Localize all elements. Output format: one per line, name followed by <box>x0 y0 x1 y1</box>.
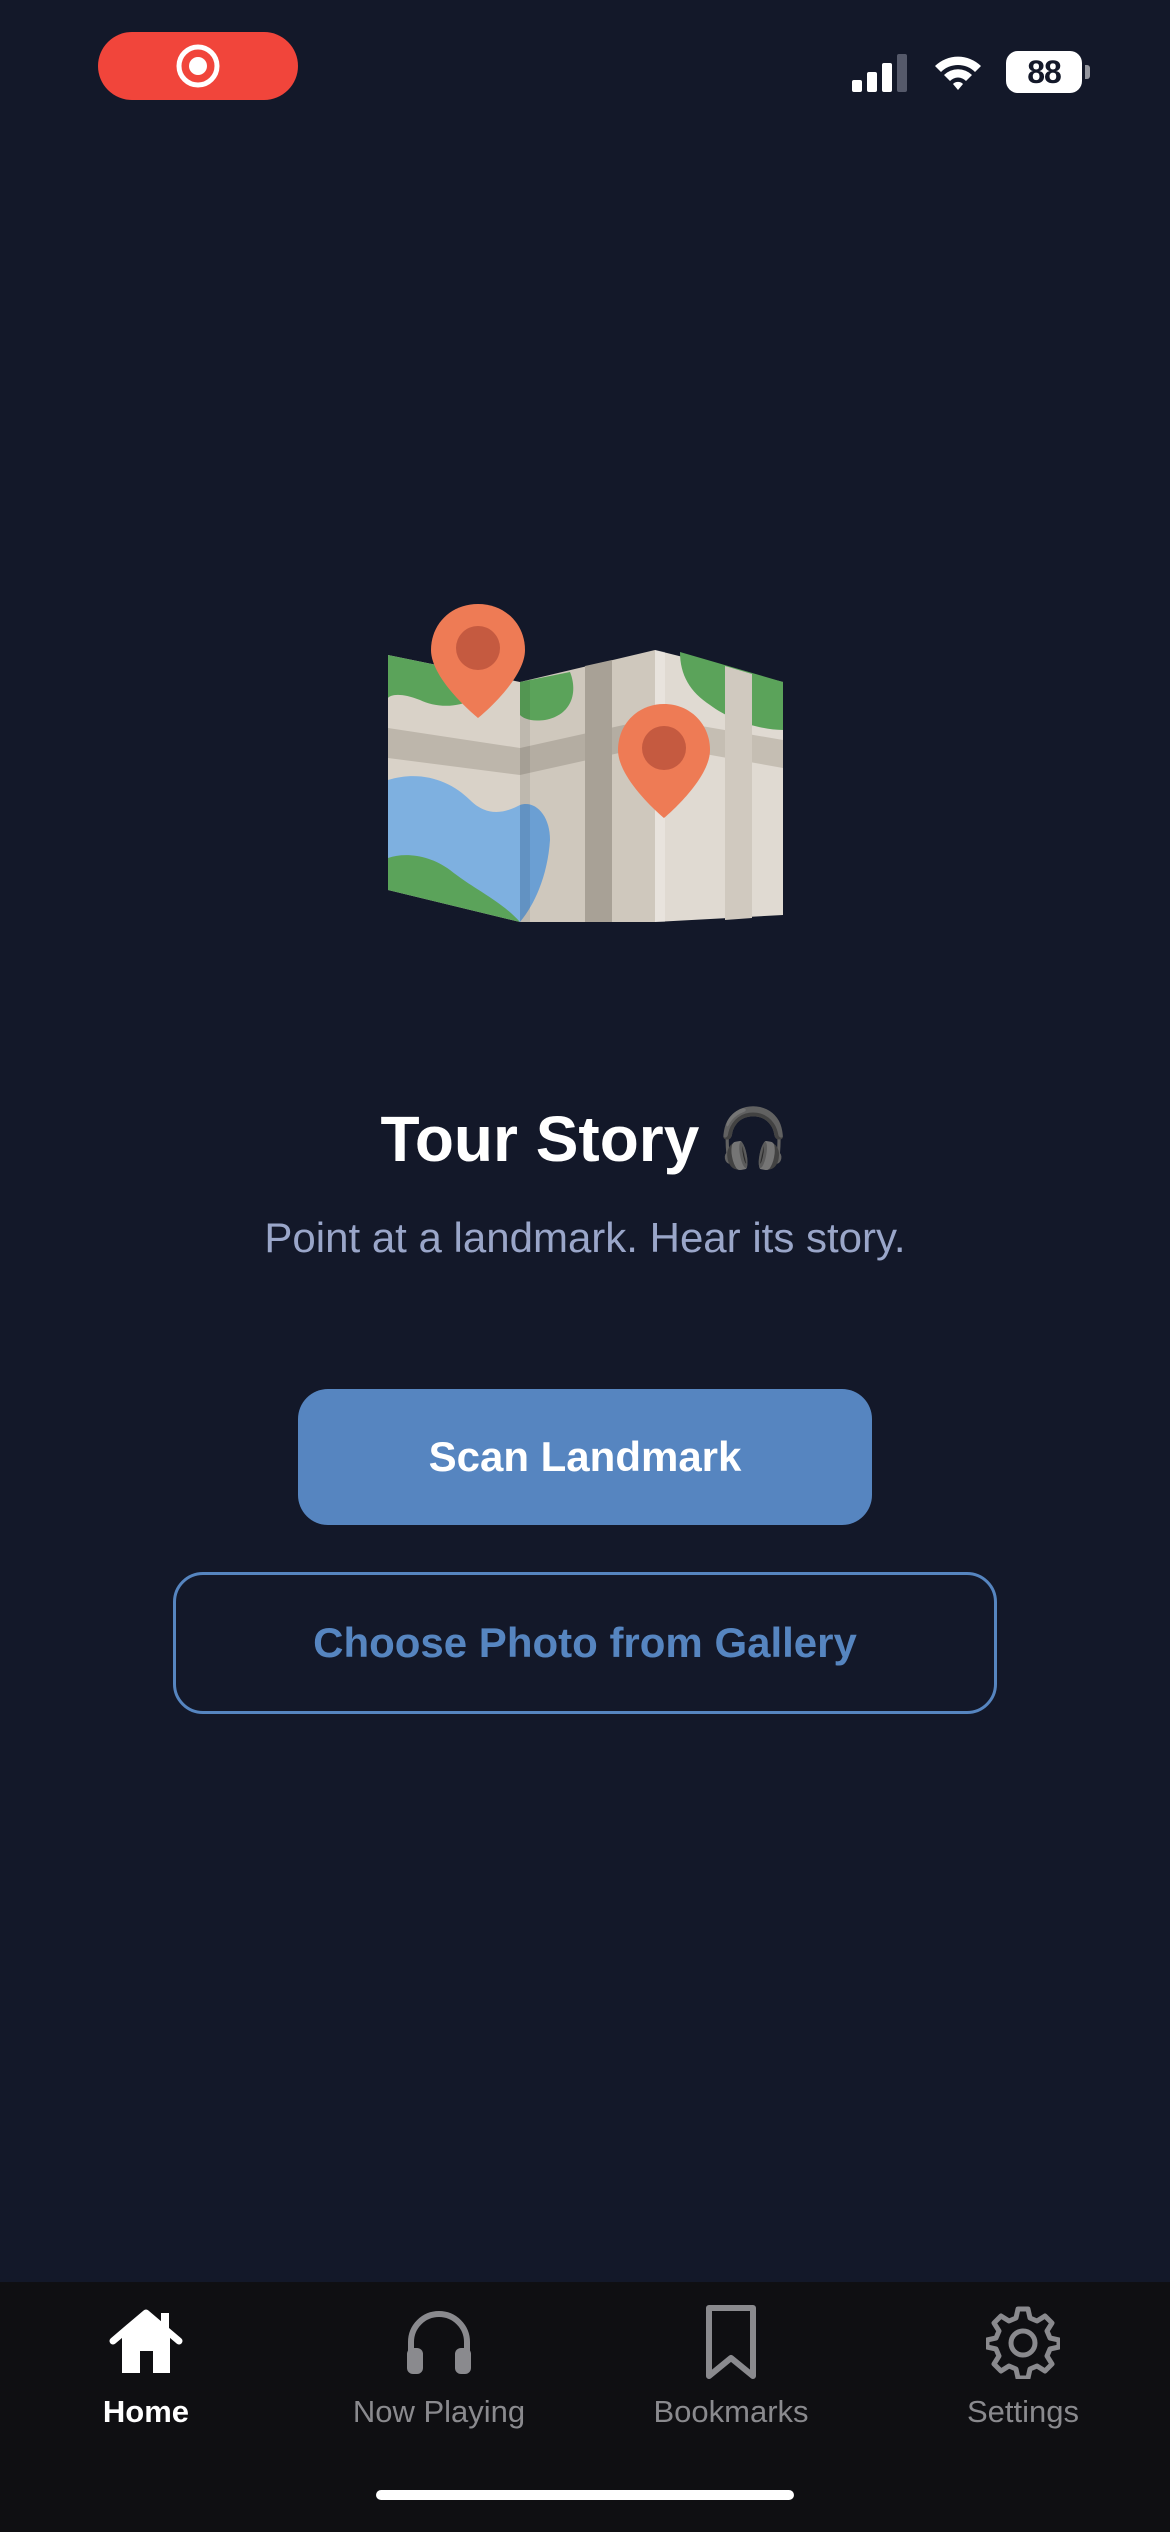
bookmark-icon <box>691 2302 771 2382</box>
tab-label: Bookmarks <box>653 2394 809 2429</box>
app-title: Tour Story 🎧 <box>0 1102 1170 1176</box>
cellular-signal-icon <box>852 54 907 92</box>
headphones-icon <box>399 2302 479 2382</box>
battery-nub <box>1085 65 1090 79</box>
gear-icon <box>983 2302 1063 2382</box>
tab-label: Settings <box>966 2394 1079 2429</box>
status-icons: 88 <box>852 46 1090 98</box>
tab-bookmarks[interactable]: Bookmarks <box>585 2302 877 2442</box>
tab-label: Now Playing <box>352 2394 526 2429</box>
battery-level: 88 <box>1027 53 1062 90</box>
tab-home[interactable]: Home <box>0 2302 292 2442</box>
home-icon <box>106 2302 186 2382</box>
scan-landmark-button[interactable]: Scan Landmark <box>298 1389 872 1525</box>
tab-label: Home <box>102 2394 190 2429</box>
wifi-icon <box>935 56 981 90</box>
tab-settings[interactable]: Settings <box>877 2302 1169 2442</box>
choose-photo-button[interactable]: Choose Photo from Gallery <box>173 1572 997 1714</box>
tab-now-playing[interactable]: Now Playing <box>293 2302 585 2442</box>
battery-indicator: 88 <box>1006 51 1082 93</box>
folded-map-with-pins-icon <box>388 604 783 922</box>
headphones-emoji-icon: 🎧 <box>717 1106 790 1171</box>
home-screen: 88 Tour Story 🎧 Point at a landmark. Hea… <box>0 0 1170 2532</box>
tagline: Point at a landmark. Hear its story. <box>264 1214 906 1261</box>
home-indicator[interactable] <box>376 2490 794 2500</box>
screen-recording-icon <box>176 44 220 88</box>
app-title-text: Tour Story <box>380 1103 700 1175</box>
status-bar: 88 <box>0 0 1170 140</box>
screen-recording-pill[interactable] <box>98 32 298 100</box>
